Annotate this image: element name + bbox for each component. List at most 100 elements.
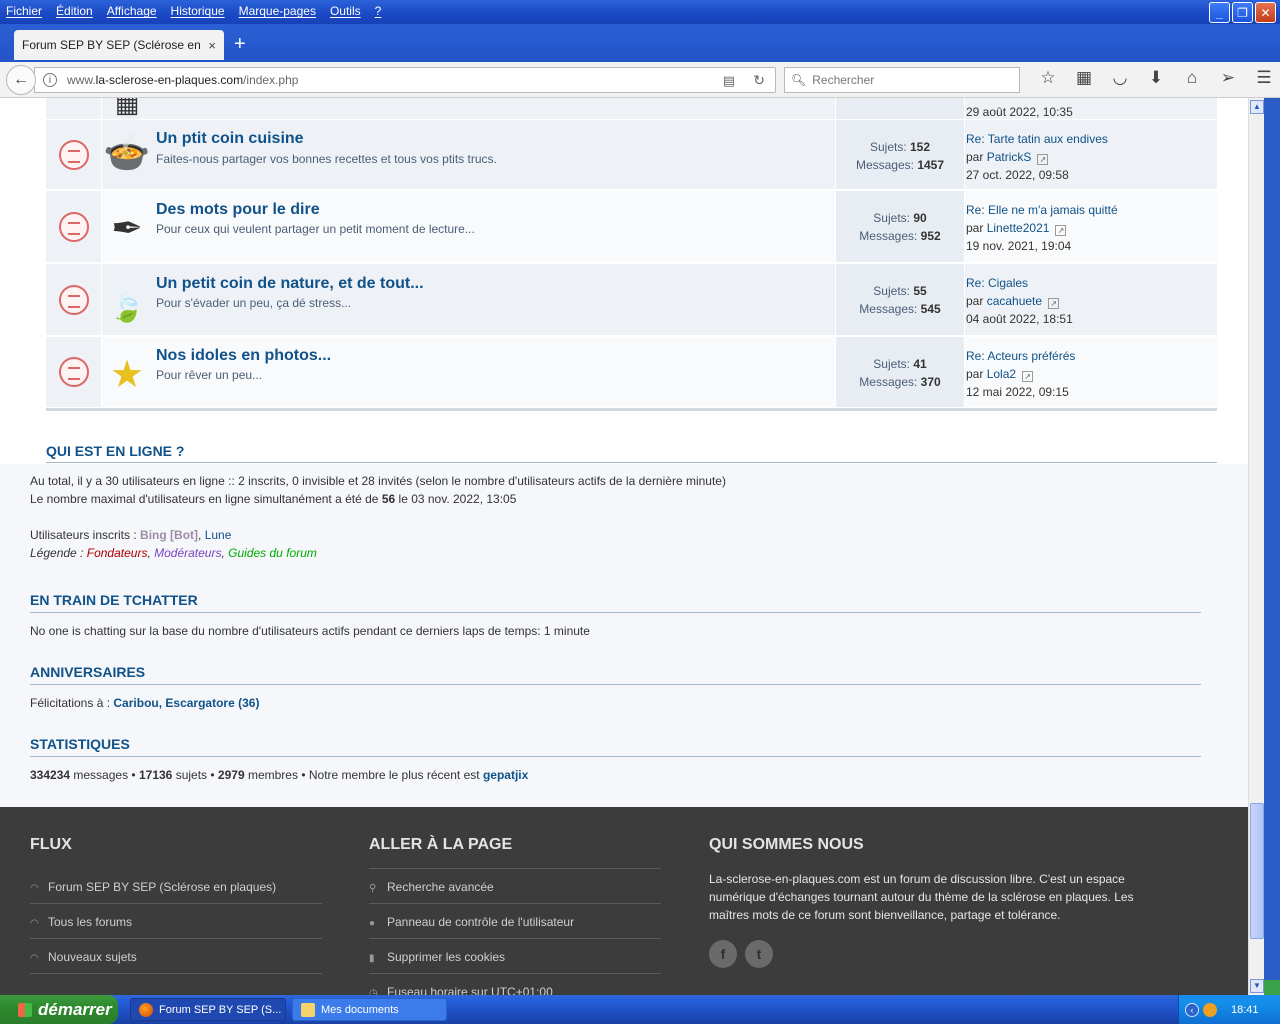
last-post-user[interactable]: PatrickS: [987, 150, 1032, 164]
url-bar[interactable]: i www. la-sclerose-en-plaques.com/index.p…: [34, 67, 776, 93]
rss-icon: ◠: [30, 953, 39, 964]
menu-historique[interactable]: Historique: [171, 4, 225, 18]
search-input[interactable]: 🔍︎ Rechercher: [784, 67, 1020, 93]
taskbar-item-firefox[interactable]: Forum SEP BY SEP (S...: [130, 998, 286, 1021]
forum-title[interactable]: Des mots pour le dire: [156, 201, 320, 219]
forum-stats-cell: Sujets: 90 Messages: 952: [835, 191, 965, 262]
view-latest-post-icon[interactable]: ↗: [1055, 225, 1067, 236]
forum-row-nature[interactable]: 🍃 Un petit coin de nature, et de tout...…: [46, 264, 1217, 336]
download-icon[interactable]: ⬇: [1138, 68, 1174, 88]
forum-title[interactable]: Nos idoles en photos...: [156, 347, 331, 365]
forum-title[interactable]: Un ptit coin cuisine: [156, 130, 304, 148]
view-latest-post-icon[interactable]: ↗: [1022, 371, 1034, 382]
forum-list-panel: ▦ 29 août 2022, 10:35 🍲 Un ptit coin cui…: [0, 98, 1248, 464]
stats-messages-value: 952: [920, 229, 941, 243]
legend-fondateurs[interactable]: Fondateurs: [87, 546, 148, 560]
taskbar-item-documents[interactable]: Mes documents: [292, 998, 447, 1021]
last-post-title[interactable]: Re: Elle ne m'a jamais quitté: [966, 203, 1118, 217]
last-post-title[interactable]: Re: Cigales: [966, 276, 1028, 290]
window-titlebar: Fichier Édition Affichage Historique Mar…: [0, 0, 1280, 24]
legend-moderateurs[interactable]: Modérateurs: [154, 546, 221, 560]
menu-affichage[interactable]: Affichage: [107, 4, 157, 18]
online-summary: Au total, il y a 30 utilisateurs en lign…: [30, 474, 726, 488]
birthdays-names[interactable]: Caribou, Escargatore (36): [113, 696, 259, 710]
forum-description: Pour rêver un peu...: [156, 368, 263, 382]
menu-edition[interactable]: Édition: [56, 4, 93, 18]
tray-expand-icon[interactable]: ‹: [1185, 1002, 1199, 1017]
restore-button[interactable]: ❐: [1232, 2, 1253, 23]
online-max-number: 56: [381, 492, 396, 506]
facebook-icon[interactable]: f: [709, 940, 737, 968]
forum-row-mots[interactable]: ✒ Des mots pour le dire Pour ceux qui ve…: [46, 191, 1217, 263]
tray-app-icon[interactable]: [1203, 1002, 1217, 1017]
bookmark-star-icon[interactable]: ☆: [1030, 68, 1066, 88]
scroll-up-arrow-icon[interactable]: ▲: [1250, 100, 1264, 114]
legend-guides[interactable]: Guides du forum: [228, 546, 317, 560]
forum-row-idoles[interactable]: ★ Nos idoles en photos... Pour rêver un …: [46, 337, 1217, 408]
last-post-title[interactable]: Re: Acteurs préférés: [966, 349, 1075, 363]
share-icon[interactable]: ➢: [1210, 68, 1246, 88]
user-icon: ●: [369, 918, 376, 929]
reload-icon[interactable]: ↻: [753, 72, 765, 89]
footer-goto-label: Supprimer les cookies: [387, 950, 506, 964]
bookmarks-list-icon[interactable]: ▦: [1066, 68, 1102, 88]
site-info-icon[interactable]: i: [43, 73, 57, 87]
forum-row-partial[interactable]: ▦ 29 août 2022, 10:35: [46, 98, 1217, 120]
menu-fichier[interactable]: Fichier: [6, 4, 42, 18]
close-tab-icon[interactable]: ×: [208, 38, 216, 53]
stats-subjects-label: Sujets:: [873, 211, 910, 225]
scroll-down-arrow-icon[interactable]: ▼: [1250, 979, 1264, 993]
new-tab-icon[interactable]: +: [234, 34, 246, 54]
footer-link-ucp[interactable]: ● Panneau de contrôle de l'utilisateur: [369, 915, 574, 929]
hamburger-menu-icon[interactable]: ☰: [1246, 68, 1280, 88]
online-max-label: Le nombre maximal d'utilisateurs en lign…: [30, 492, 379, 506]
forum-read-icon: [59, 357, 89, 387]
stats-members-number: 2979: [217, 768, 245, 782]
stats-messages-label: Messages:: [855, 158, 914, 172]
menu-outils[interactable]: Outils: [330, 4, 361, 18]
registered-separator: ,: [198, 528, 202, 542]
newest-member-link[interactable]: gepatjix: [483, 768, 528, 782]
page-viewport: Au total, il y a 30 utilisateurs en lign…: [0, 98, 1248, 995]
menu-marque-pages[interactable]: Marque-pages: [239, 4, 316, 18]
last-post-user[interactable]: Lola2: [987, 367, 1016, 381]
home-icon[interactable]: ⌂: [1174, 68, 1210, 88]
start-button[interactable]: démarrer: [0, 995, 118, 1024]
star-trophy-icon: ★: [109, 353, 145, 396]
url-scheme: www.: [67, 73, 96, 87]
footer-separator: [369, 973, 661, 974]
last-post-title[interactable]: Re: Tarte tatin aux endives: [966, 132, 1108, 146]
menu-aide[interactable]: ?: [375, 4, 382, 18]
tab-forum[interactable]: Forum SEP BY SEP (Sclérose en pl... ×: [14, 30, 224, 60]
footer-link-cookies[interactable]: ▮ Supprimer les cookies: [369, 950, 505, 964]
page-scrollbar[interactable]: ▲ ▼: [1248, 98, 1264, 995]
reader-view-icon[interactable]: ▤: [723, 73, 735, 89]
pocket-icon[interactable]: ◡: [1102, 68, 1138, 88]
footer-link-advanced-search[interactable]: ⚲ Recherche avancée: [369, 880, 494, 894]
last-post-user[interactable]: cacahuete: [987, 294, 1042, 308]
minimize-button[interactable]: _: [1209, 2, 1230, 23]
last-post-user[interactable]: Linette2021: [987, 221, 1050, 235]
user-lune[interactable]: Lune: [205, 528, 232, 542]
view-latest-post-icon[interactable]: ↗: [1048, 298, 1060, 309]
stats-messages-value: 545: [920, 302, 941, 316]
forum-row-cuisine[interactable]: 🍲 Un ptit coin cuisine Faites-nous parta…: [46, 120, 1217, 190]
close-window-button[interactable]: ✕: [1255, 2, 1276, 23]
forum-row-icon-cell: [46, 120, 102, 189]
footer-flux-link-new[interactable]: ◠ Nouveaux sujets: [30, 950, 137, 964]
twitter-icon[interactable]: t: [745, 940, 773, 968]
footer-flux-link-forum[interactable]: ◠ Forum SEP BY SEP (Sclérose en plaques): [30, 880, 276, 894]
view-latest-post-icon[interactable]: ↗: [1037, 154, 1049, 165]
forum-title[interactable]: Un petit coin de nature, et de tout...: [156, 275, 424, 293]
footer-about-heading: QUI SOMMES NOUS: [709, 836, 864, 853]
back-button[interactable]: ←: [6, 65, 36, 95]
forum-last-post: Re: Elle ne m'a jamais quitté par Linett…: [966, 191, 1216, 262]
online-max: Le nombre maximal d'utilisateurs en lign…: [30, 492, 516, 506]
user-bing-bot[interactable]: Bing [Bot]: [140, 528, 198, 542]
taskbar: démarrer Forum SEP BY SEP (S... Mes docu…: [0, 995, 1280, 1024]
scrollbar-thumb[interactable]: [1250, 803, 1264, 939]
stats-messages-label: Messages:: [859, 302, 918, 316]
last-post-by: par: [966, 221, 984, 235]
footer-flux-link-all[interactable]: ◠ Tous les forums: [30, 915, 132, 929]
footer-goto-label: Fuseau horaire sur UTC+01:00: [387, 985, 553, 995]
